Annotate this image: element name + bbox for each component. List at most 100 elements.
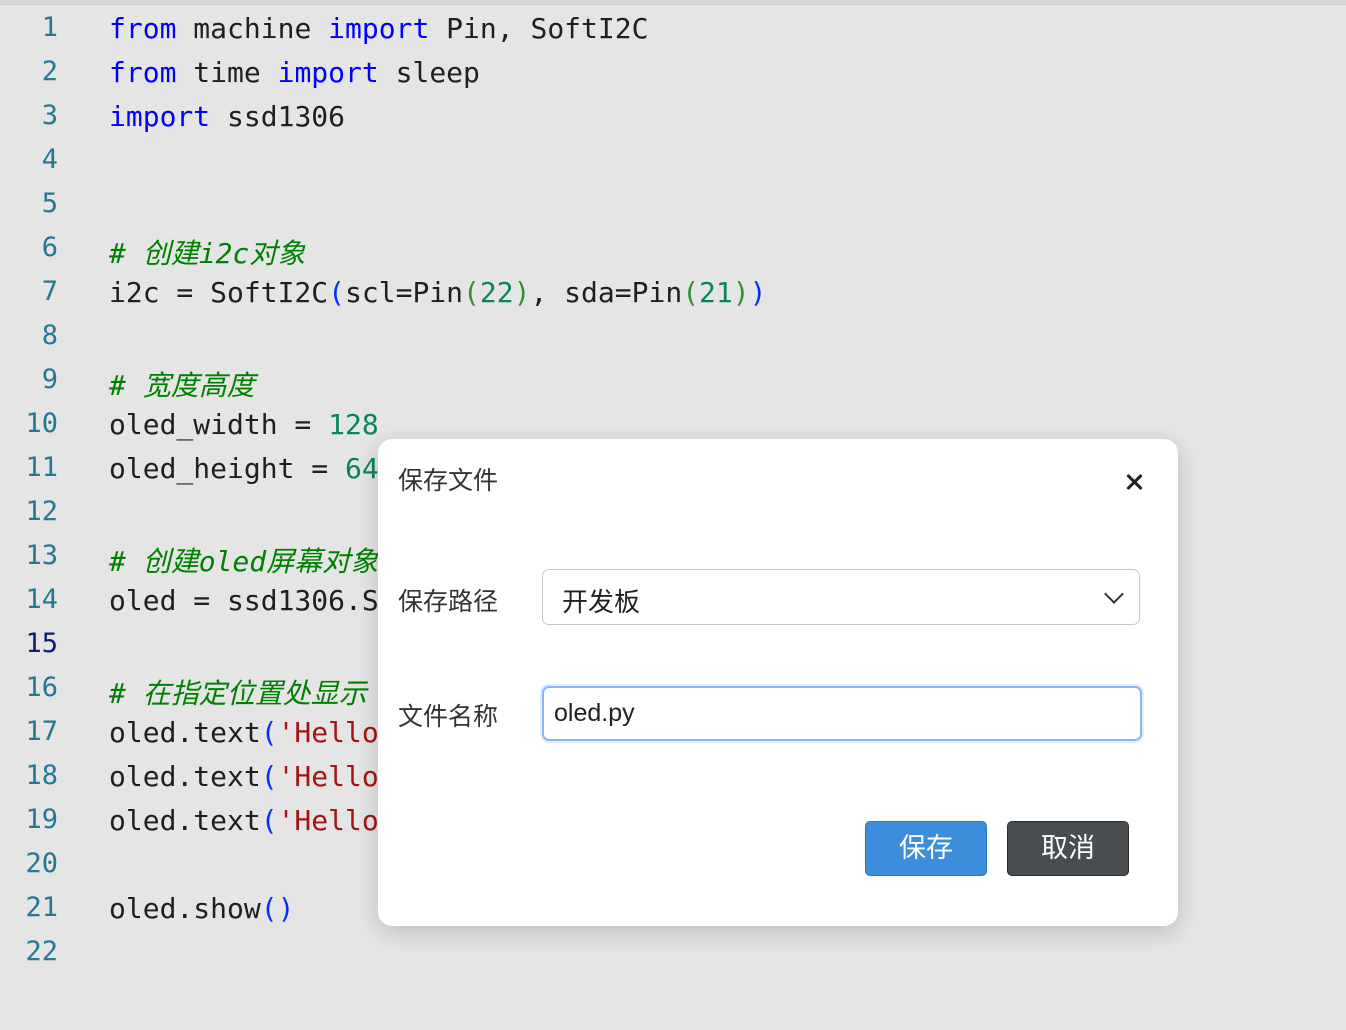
code-token: # 创建i2c对象: [109, 237, 306, 270]
line-number: 9: [41, 364, 58, 395]
code-token: (: [260, 760, 278, 793]
save-file-dialog: 保存文件 保存路径 开发板 文件名称 保存 取消: [378, 439, 1178, 926]
code-line[interactable]: 7 i2c = SoftI2C(scl=Pin(22), sda=Pin(21)): [0, 270, 1346, 314]
cancel-button[interactable]: 取消: [1007, 821, 1129, 876]
code-line[interactable]: 6 # 创建i2c对象: [0, 226, 1346, 270]
code-token: oled.show: [109, 892, 261, 925]
line-number: 11: [25, 452, 58, 483]
line-number: 6: [41, 232, 58, 263]
code-text: # 宽度高度: [109, 364, 255, 404]
code-line[interactable]: 22: [0, 930, 1346, 974]
line-number: 18: [25, 760, 58, 791]
code-line[interactable]: 8: [0, 314, 1346, 358]
save-path-value: 开发板: [562, 588, 641, 618]
code-token: ): [513, 276, 531, 309]
code-token: (: [328, 276, 346, 309]
code-text: oled_width = 128: [109, 408, 379, 441]
code-token: i2c = SoftI2C: [109, 276, 329, 309]
line-number: 10: [25, 408, 58, 439]
line-number: 3: [41, 100, 58, 131]
code-token: Pin, SoftI2C: [429, 12, 649, 45]
code-token: 21: [699, 276, 733, 309]
save-button[interactable]: 保存: [865, 821, 987, 876]
code-token: sleep: [378, 56, 480, 89]
code-token: import: [277, 56, 379, 89]
line-number: 1: [41, 12, 58, 43]
code-text: # 创建oled屏幕对象: [109, 540, 378, 580]
line-number: 8: [41, 320, 58, 351]
code-token: oled = ssd1306.S: [109, 584, 379, 617]
code-token: 64: [345, 452, 379, 485]
line-number: 4: [41, 144, 58, 175]
code-token: scl=Pin: [345, 276, 464, 309]
code-text: oled_height = 64: [109, 452, 379, 485]
line-number: 14: [25, 584, 58, 615]
code-token: 'Hello: [277, 716, 379, 749]
code-token: (: [682, 276, 700, 309]
line-number: 13: [25, 540, 58, 571]
code-token: machine: [176, 12, 329, 45]
code-line[interactable]: 2 from time import sleep: [0, 50, 1346, 94]
code-text: import ssd1306: [109, 100, 345, 133]
code-token: # 宽度高度: [109, 369, 255, 402]
code-text: oled = ssd1306.S: [109, 584, 379, 617]
code-text: from time import sleep: [109, 56, 480, 89]
dialog-title: 保存文件: [398, 466, 499, 495]
code-token: 128: [328, 408, 379, 441]
file-name-label: 文件名称: [398, 702, 499, 731]
save-path-select[interactable]: 开发板: [542, 569, 1140, 625]
code-token: oled_height =: [109, 452, 346, 485]
code-token: from: [109, 56, 177, 89]
top-border: [0, 0, 1346, 5]
code-token: import: [328, 12, 430, 45]
code-token: 'Hello: [277, 760, 379, 793]
code-token: oled.text: [109, 760, 261, 793]
code-text: from machine import Pin, SoftI2C: [109, 12, 648, 45]
line-number: 2: [41, 56, 58, 87]
line-number: 7: [41, 276, 58, 307]
chevron-down-icon: [1104, 584, 1124, 604]
line-number: 22: [25, 936, 58, 967]
code-line[interactable]: 9 # 宽度高度: [0, 358, 1346, 402]
code-token: ): [732, 276, 750, 309]
code-text: # 在指定位置处显示: [109, 672, 367, 712]
line-number: 21: [25, 892, 58, 923]
code-token: (: [463, 276, 480, 309]
code-text: oled.text('Hello: [109, 760, 379, 793]
code-text: oled.text('Hello: [109, 716, 379, 749]
code-token: ): [749, 276, 767, 309]
code-token: ssd1306: [210, 100, 346, 133]
line-number: 15: [25, 628, 58, 659]
line-number: 5: [41, 188, 58, 219]
code-token: from: [109, 12, 177, 45]
code-token: (: [260, 804, 278, 837]
file-name-input[interactable]: [542, 686, 1142, 741]
save-path-label: 保存路径: [398, 587, 499, 616]
code-line[interactable]: 1 from machine import Pin, SoftI2C: [0, 6, 1346, 50]
code-text: oled.show(): [109, 892, 294, 925]
code-token: , sda=Pin: [530, 276, 683, 309]
code-text: oled.text('Hello: [109, 804, 379, 837]
code-token: oled.text: [109, 804, 261, 837]
line-number: 20: [25, 848, 58, 879]
code-line[interactable]: 3 import ssd1306: [0, 94, 1346, 138]
code-token: time: [176, 56, 278, 89]
code-line[interactable]: 5: [0, 182, 1346, 226]
code-token: oled_width =: [109, 408, 329, 441]
line-number: 17: [25, 716, 58, 747]
code-token: # 在指定位置处显示: [109, 677, 367, 710]
close-icon[interactable]: [1116, 465, 1152, 501]
code-token: (: [260, 716, 278, 749]
code-token: # 创建oled屏幕对象: [109, 545, 379, 578]
line-number: 16: [25, 672, 58, 703]
code-token: (): [260, 892, 295, 925]
code-text: i2c = SoftI2C(scl=Pin(22), sda=Pin(21)): [109, 276, 766, 309]
code-token: 22: [479, 276, 514, 309]
line-number: 19: [25, 804, 58, 835]
code-token: import: [109, 100, 211, 133]
line-number: 12: [25, 496, 58, 527]
code-line[interactable]: 4: [0, 138, 1346, 182]
code-text: # 创建i2c对象: [109, 232, 305, 272]
code-token: oled.text: [109, 716, 261, 749]
code-token: 'Hello: [277, 804, 379, 837]
